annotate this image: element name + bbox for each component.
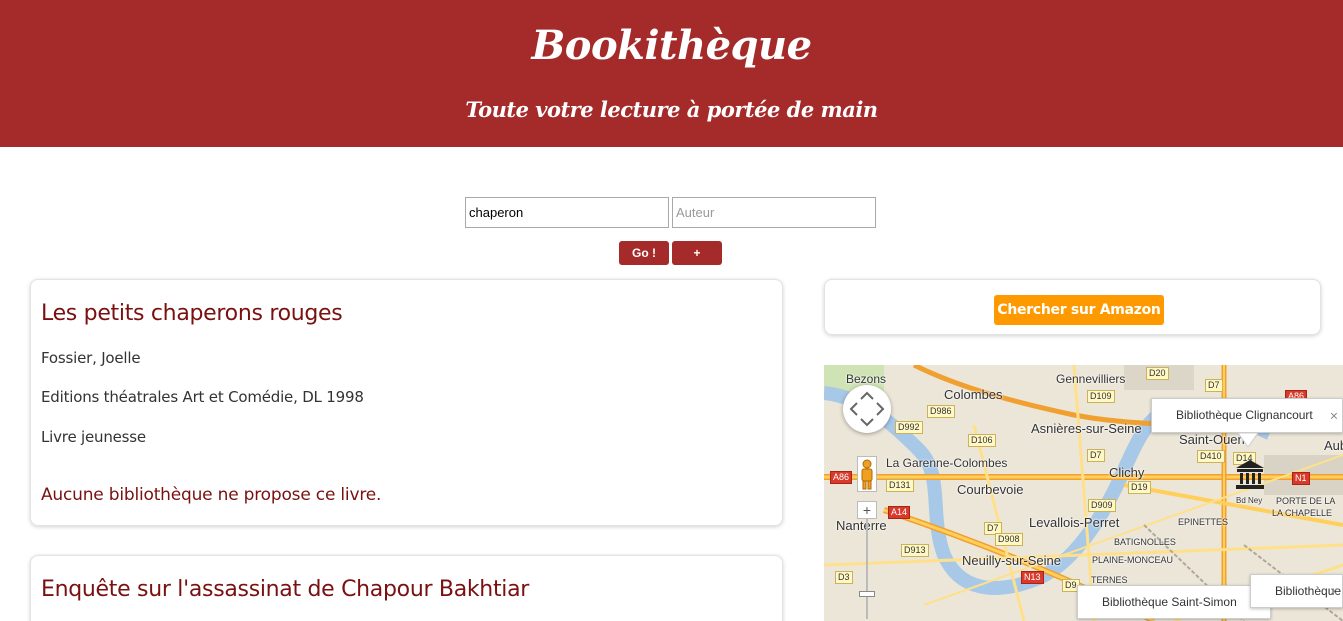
title-search-input[interactable] [465, 197, 669, 228]
map-place-label: TERNES [1091, 575, 1128, 585]
road-badge: D909 [1088, 499, 1116, 512]
pan-control-icon[interactable] [843, 385, 891, 433]
map-place-label: Clichy [1109, 465, 1145, 480]
author-search-input[interactable] [672, 197, 876, 228]
map-place-label: EPINETTES [1178, 517, 1229, 527]
map-place-label: Saint-Ouen [1179, 432, 1245, 447]
map-place-label: Gennevilliers [1056, 372, 1126, 386]
amazon-card: Chercher sur Amazon [824, 279, 1321, 335]
library-map[interactable]: Bezons Gennevilliers Colombes Asnières-s… [824, 365, 1343, 621]
map-place-label: Colombes [944, 387, 1003, 402]
book-title[interactable]: Enquête sur l'assassinat de Chapour Bakh… [41, 577, 529, 602]
map-place-label: Courbevoie [957, 482, 1024, 497]
library-infowindow[interactable]: Bibliothèque Clignancourt × [1151, 398, 1343, 433]
road-badge: A14 [888, 506, 911, 519]
add-button[interactable]: + [672, 241, 722, 265]
go-button[interactable]: Go ! [619, 241, 669, 265]
site-title: Bookithèque [531, 22, 812, 69]
road-badge: D410 [1197, 450, 1225, 463]
road-badge: N13 [1021, 571, 1044, 584]
road-badge: D20 [1146, 367, 1169, 380]
road-badge: D992 [895, 421, 923, 434]
amazon-search-button[interactable]: Chercher sur Amazon [994, 295, 1164, 325]
close-icon[interactable]: × [1330, 399, 1338, 432]
map-place-label: Bd Ney [1236, 496, 1263, 505]
result-card: Les petits chaperons rouges Fossier, Joe… [30, 279, 783, 526]
road-badge: D913 [901, 544, 929, 557]
zoom-handle[interactable] [859, 591, 875, 597]
road-badge: D109 [1087, 390, 1115, 403]
map-place-label: Levallois-Perret [1029, 515, 1120, 530]
map-place-label: LA CHAPELLE [1272, 508, 1333, 518]
road-badge: D986 [927, 405, 955, 418]
library-marker-icon[interactable] [1234, 458, 1266, 492]
result-card: Enquête sur l'assassinat de Chapour Bakh… [30, 555, 783, 621]
map-place-label: PLAINE-MONCEAU [1092, 555, 1174, 565]
road-badge: D106 [968, 434, 996, 447]
map-place-label: Neuilly-sur-Seine [962, 553, 1061, 568]
road-badge: A86 [830, 471, 853, 484]
zoom-track[interactable] [866, 519, 868, 619]
road-badge: D131 [886, 479, 914, 492]
close-icon[interactable]: × [1330, 575, 1338, 607]
book-availability: Aucune bibliothèque ne propose ce livre. [41, 485, 382, 505]
infowindow-label: Bibliothèque Saint-Simon [1102, 595, 1237, 609]
map-place-label: BATIGNOLLES [1114, 537, 1176, 547]
infowindow-label: Bibliothèque Clignancourt [1176, 408, 1313, 422]
road-badge: N1 [1292, 472, 1310, 485]
map-place-label: PORTE DE LA [1276, 496, 1336, 506]
map-place-label: Asnières-sur-Seine [1031, 421, 1142, 436]
library-infowindow[interactable]: Bibliothèque Saint-Simon × [1077, 585, 1271, 619]
book-author: Fossier, Joelle [41, 349, 141, 367]
map-place-label: Aub [1324, 438, 1343, 453]
site-header: Bookithèque Toute votre lecture à portée… [0, 0, 1343, 147]
pegman-icon[interactable] [857, 456, 877, 492]
map-place-label: La Garenne-Colombes [886, 456, 1008, 470]
book-title[interactable]: Les petits chaperons rouges [41, 301, 343, 326]
road-badge: D908 [995, 533, 1023, 546]
road-badge: D7 [1205, 379, 1223, 392]
zoom-in-icon[interactable]: + [857, 501, 877, 519]
map-place-label: Bezons [846, 372, 887, 386]
road-badge: D3 [835, 571, 853, 584]
book-category: Livre jeunesse [41, 428, 146, 446]
book-publisher: Editions théatrales Art et Comédie, DL 1… [41, 388, 364, 406]
library-infowindow[interactable]: Bibliothèque × [1250, 574, 1343, 608]
road-badge: D7 [1087, 449, 1105, 462]
zoom-slider[interactable]: + [857, 501, 877, 621]
site-subtitle: Toute votre lecture à portée de main [465, 97, 878, 122]
infowindow-pointer [1238, 433, 1258, 447]
road-badge: D19 [1128, 481, 1151, 494]
